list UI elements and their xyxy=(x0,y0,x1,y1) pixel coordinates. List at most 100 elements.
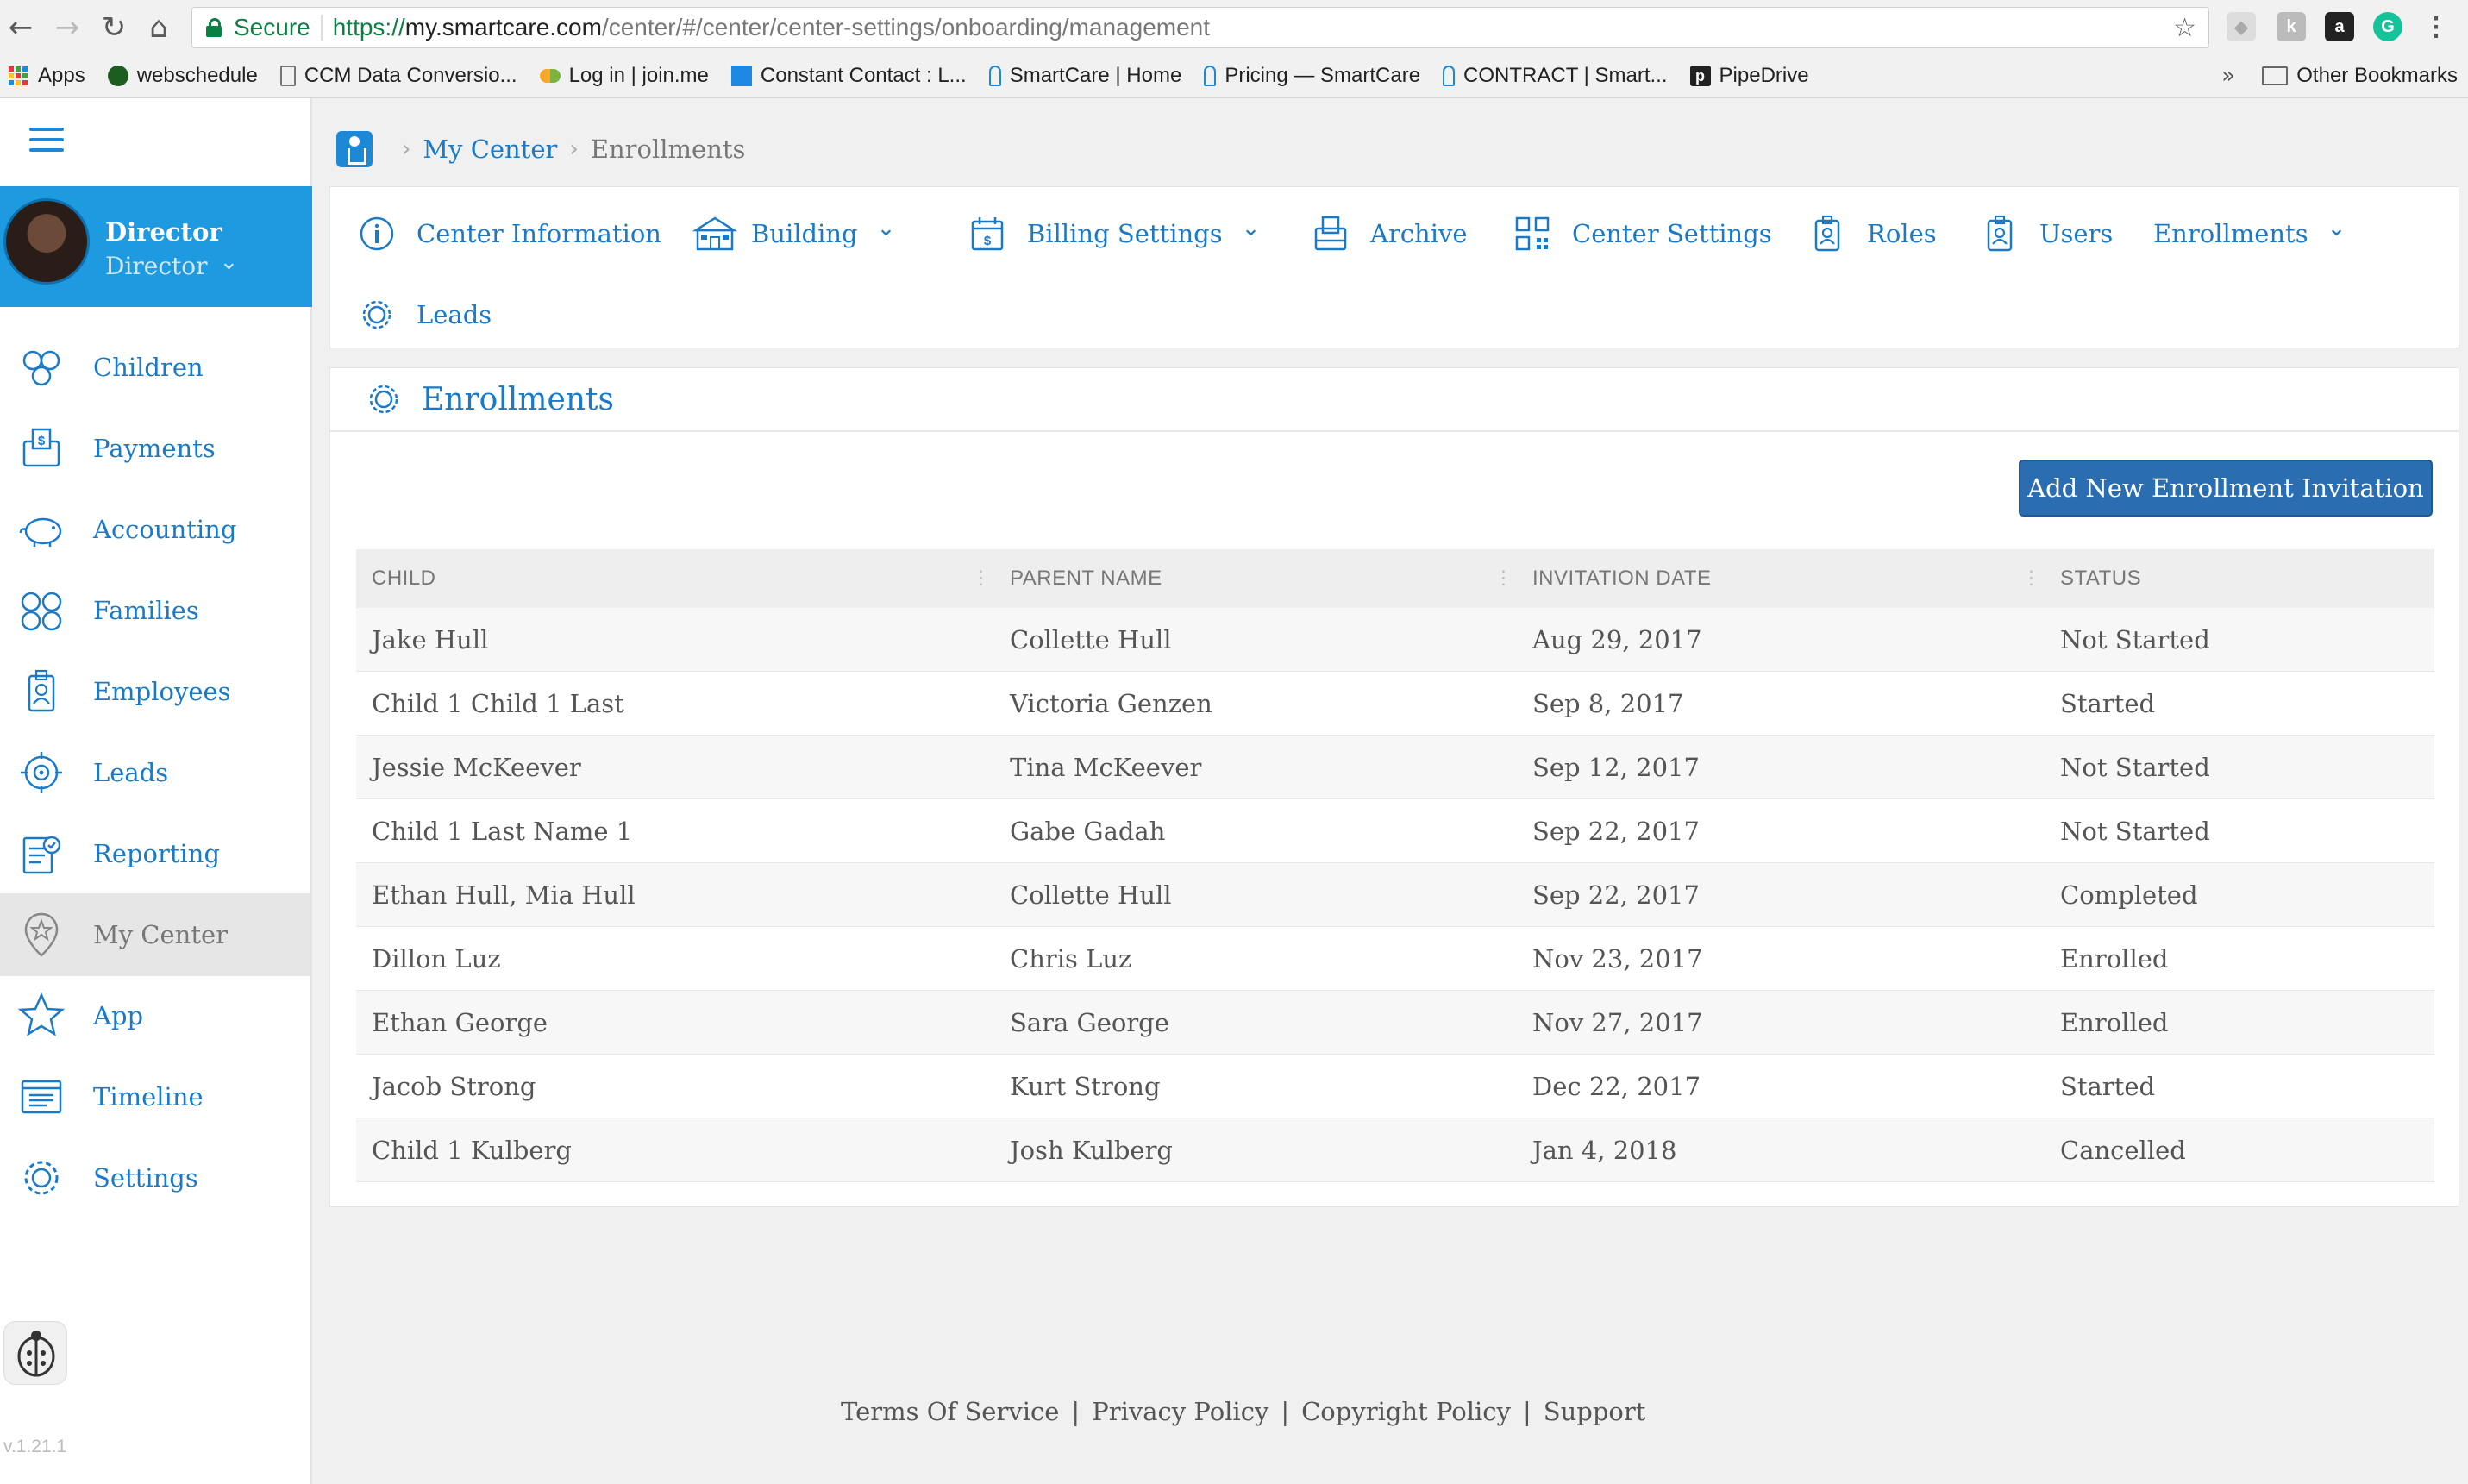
cell-status: Not Started xyxy=(2060,624,2210,654)
sidebar-item-label: Families xyxy=(93,596,199,625)
cell-status: Started xyxy=(2060,1071,2156,1101)
sidebar-item-families[interactable]: Families xyxy=(0,569,310,652)
table-row[interactable]: Ethan Hull, Mia Hull Collette Hull Sep 22,… xyxy=(356,863,2434,927)
back-arrow-icon[interactable]: ← xyxy=(2,9,40,47)
bookmarks-bar: Apps webschedule CCM Data Conversio... L… xyxy=(0,55,2468,97)
footer-link-support[interactable]: Support xyxy=(1544,1397,1646,1426)
settings-nav-users[interactable]: Users xyxy=(1979,208,2113,260)
smartcare-logo-icon[interactable] xyxy=(336,131,373,167)
table-row[interactable]: Child 1 Last Name 1 Gabe Gadah Sep 22, 201… xyxy=(356,799,2434,863)
a-extension-icon[interactable]: a xyxy=(2325,12,2354,41)
cell-parent-name: Josh Kulberg xyxy=(1010,1135,1173,1165)
table-row[interactable]: Jake Hull Collette Hull Aug 29, 2017 Not St… xyxy=(356,608,2434,672)
families-icon xyxy=(16,585,67,636)
more-bookmarks-chevron[interactable]: » xyxy=(2221,55,2235,97)
archive-icon xyxy=(1310,213,1351,254)
report-icon xyxy=(16,828,67,880)
bookmark-constant-contact[interactable]: Constant Contact : L... xyxy=(730,64,967,88)
tag-extension-icon[interactable]: ◆ xyxy=(2227,12,2256,41)
settings-nav-building[interactable]: Building ⌄ xyxy=(691,208,895,260)
cell-parent-name: Tina McKeever xyxy=(1010,752,1202,782)
chart-icon xyxy=(730,66,752,86)
settings-nav-billing-settings[interactable]: $ Billing Settings ⌄ xyxy=(967,208,1260,260)
sidebar-item-label: Settings xyxy=(93,1163,198,1193)
table-row[interactable]: Child 1 Kulberg Josh Kulberg Jan 4, 2018 Ca… xyxy=(356,1118,2434,1182)
settings-nav-label: Enrollments xyxy=(2153,219,2308,248)
bookmark-star-icon[interactable]: ☆ xyxy=(2173,13,2196,43)
breadcrumb-link-my-center[interactable]: My Center xyxy=(423,135,557,164)
bookmark-contract[interactable]: CONTRACT | Smart... xyxy=(1443,64,1668,88)
bookmark-joinme[interactable]: Log in | join.me xyxy=(539,64,709,88)
settings-nav-label: Building xyxy=(751,219,858,248)
sidebar-item-employees[interactable]: Employees xyxy=(0,650,310,733)
table-row[interactable]: Jacob Strong Kurt Strong Dec 22, 2017 Start… xyxy=(356,1055,2434,1118)
user-role-dropdown[interactable]: Director xyxy=(105,252,238,280)
sidebar-item-leads[interactable]: Leads xyxy=(0,731,310,814)
column-header-parent-name[interactable]: PARENT NAME xyxy=(994,567,1517,591)
table-row[interactable]: Jessie McKeever Tina McKeever Sep 12, 2017… xyxy=(356,736,2434,799)
settings-nav-enrollments[interactable]: Enrollments ⌄ xyxy=(2153,208,2346,260)
sidebar-item-accounting[interactable]: Accounting xyxy=(0,488,310,571)
column-header-status[interactable]: STATUS xyxy=(2045,567,2434,591)
address-bar[interactable]: Secure https:// my.smartcare.com /center… xyxy=(191,7,2209,48)
footer-link-privacy-policy[interactable]: Privacy Policy xyxy=(1092,1397,1268,1426)
sidebar-item-payments[interactable]: $ Payments xyxy=(0,407,310,490)
footer-separator: | xyxy=(1522,1397,1532,1426)
settings-nav-label: Leads xyxy=(417,300,492,329)
sidebar-item-app[interactable]: App xyxy=(0,974,310,1057)
column-header-invitation-date[interactable]: INVITATION DATE xyxy=(1517,567,2045,591)
footer-link-terms-of-service[interactable]: Terms Of Service xyxy=(841,1397,1059,1426)
settings-nav-leads[interactable]: Leads xyxy=(356,289,492,341)
sidebar-item-label: My Center xyxy=(93,920,229,949)
cell-child: Ethan George xyxy=(372,1007,548,1037)
sidebar-item-settings[interactable]: Settings xyxy=(0,1136,310,1219)
table-row[interactable]: Child 1 Child 1 Last Victoria Genzen Sep 8… xyxy=(356,672,2434,736)
settings-nav-archive[interactable]: Archive xyxy=(1310,208,1468,260)
table-row[interactable]: Dillon Luz Chris Luz Nov 23, 2017 Enrolled xyxy=(356,927,2434,991)
footer-link-copyright-policy[interactable]: Copyright Policy xyxy=(1301,1397,1511,1426)
sidebar-item-reporting[interactable]: Reporting xyxy=(0,812,310,895)
cell-parent-name: Victoria Genzen xyxy=(1010,688,1212,718)
bookmark-apps[interactable]: Apps xyxy=(0,64,85,88)
star-icon xyxy=(16,990,67,1042)
smartcare-icon xyxy=(988,66,1001,86)
breadcrumb-current: Enrollments xyxy=(590,135,746,164)
piggy-bank-icon xyxy=(16,504,67,555)
other-bookmarks-label: Other Bookmarks xyxy=(2296,64,2458,87)
forward-arrow-icon[interactable]: → xyxy=(48,9,86,47)
breadcrumb: › My Center › Enrollments xyxy=(336,129,745,169)
reload-icon[interactable]: ↻ xyxy=(95,9,133,47)
qr-icon xyxy=(1512,213,1553,254)
ladybug-icon[interactable] xyxy=(3,1321,67,1385)
column-header-child[interactable]: CHILD xyxy=(356,567,994,591)
sidebar-item-children[interactable]: Children xyxy=(0,326,310,409)
cell-invitation-date: Sep 12, 2017 xyxy=(1532,752,1700,782)
cell-parent-name: Kurt Strong xyxy=(1010,1071,1161,1101)
browser-menu-icon[interactable]: ⋮ xyxy=(2421,12,2451,41)
bookmark-webschedule[interactable]: webschedule xyxy=(107,64,258,88)
user-profile[interactable]: Director Director xyxy=(0,186,312,307)
settings-nav-center-information[interactable]: Center Information xyxy=(356,208,661,260)
settings-nav-center-settings[interactable]: Center Settings xyxy=(1512,208,1772,260)
add-enrollment-invitation-button[interactable]: Add New Enrollment Invitation xyxy=(2019,460,2433,517)
table-row[interactable]: Ethan George Sara George Nov 27, 2017 Enrol… xyxy=(356,991,2434,1055)
employee-badge-icon xyxy=(16,666,67,717)
home-icon[interactable]: ⌂ xyxy=(140,9,178,47)
cell-invitation-date: Jan 4, 2018 xyxy=(1532,1135,1677,1165)
avatar xyxy=(3,198,90,285)
bookmark-smartcare-home[interactable]: SmartCare | Home xyxy=(988,64,1181,88)
bookmark-pricing[interactable]: Pricing — SmartCare xyxy=(1204,64,1420,88)
sidebar-item-timeline[interactable]: Timeline xyxy=(0,1055,310,1138)
page-icon xyxy=(279,66,296,86)
chevron-right-icon: › xyxy=(402,136,411,162)
bookmark-ccm[interactable]: CCM Data Conversio... xyxy=(279,64,517,88)
timeline-icon xyxy=(16,1071,67,1123)
k-extension-icon[interactable]: k xyxy=(2277,12,2306,41)
grammarly-extension-icon[interactable]: G xyxy=(2373,12,2402,41)
joinme-icon xyxy=(539,69,561,83)
bookmark-pipedrive[interactable]: p PipeDrive xyxy=(1689,64,1809,88)
hamburger-menu-icon[interactable] xyxy=(29,128,64,153)
sidebar-item-my-center[interactable]: My Center xyxy=(0,893,310,976)
other-bookmarks[interactable]: Other Bookmarks xyxy=(2262,55,2458,97)
settings-nav-roles[interactable]: Roles xyxy=(1807,208,1937,260)
